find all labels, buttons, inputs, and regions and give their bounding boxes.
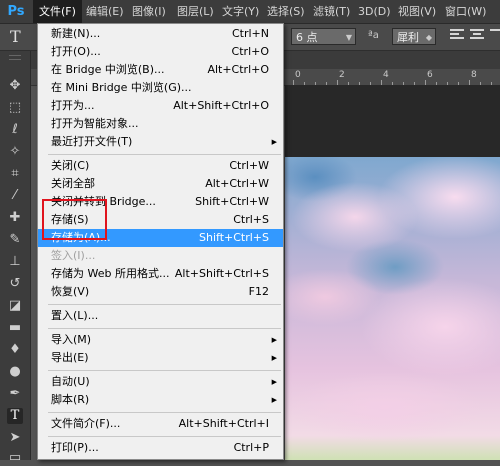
- ruler-label: 8: [471, 70, 477, 80]
- document-image[interactable]: [285, 157, 500, 460]
- menu-item-close[interactable]: 关闭(C) Ctrl+W: [38, 157, 283, 175]
- menu-edit[interactable]: 编辑(E): [80, 0, 130, 23]
- menu-separator: [48, 412, 281, 413]
- menu-item-place[interactable]: 置入(L)...: [38, 307, 283, 325]
- menu-item-revert[interactable]: 恢复(V) F12: [38, 283, 283, 301]
- menu-item-scripts[interactable]: 脚本(R) ▶: [38, 391, 283, 409]
- menu-type[interactable]: 文字(Y): [216, 0, 265, 23]
- menu-item-browse-bridge[interactable]: 在 Bridge 中浏览(B)... Alt+Ctrl+O: [38, 61, 283, 79]
- menu-item-file-info[interactable]: 文件简介(F)... Alt+Shift+Ctrl+I: [38, 415, 283, 433]
- ruler-label: 0: [295, 70, 301, 80]
- menu-bar: Ps 文件(F) 编辑(E) 图像(I) 图层(L) 文字(Y) 选择(S) 滤…: [0, 0, 500, 24]
- file-menu-dropdown: 新建(N)... Ctrl+N 打开(O)... Ctrl+O 在 Bridge…: [37, 23, 284, 460]
- antialias-icon: ªa: [368, 30, 379, 41]
- chevron-down-icon: ▼: [345, 33, 352, 42]
- type-tool-preset-icon[interactable]: T: [10, 27, 21, 46]
- submenu-arrow-icon: ▶: [271, 138, 277, 146]
- menu-layer[interactable]: 图层(L): [171, 0, 220, 23]
- submenu-arrow-icon: ▶: [271, 396, 277, 404]
- annotation-highlight-box: [42, 199, 107, 240]
- marquee-icon[interactable]: ⬚: [7, 100, 23, 116]
- healing-brush-icon[interactable]: ✚: [7, 210, 23, 226]
- pen-icon[interactable]: ✒: [7, 386, 23, 402]
- menu-item-print[interactable]: 打印(P)... Ctrl+P: [38, 439, 283, 457]
- menu-image[interactable]: 图像(I): [126, 0, 172, 23]
- menu-item-save-for-web[interactable]: 存储为 Web 所用格式... Alt+Shift+Ctrl+S: [38, 265, 283, 283]
- dodge-icon[interactable]: ●: [7, 364, 23, 380]
- crop-icon[interactable]: ⌗: [7, 166, 23, 182]
- gradient-icon[interactable]: ▬: [7, 320, 23, 336]
- history-brush-icon[interactable]: ↺: [7, 276, 23, 292]
- menu-separator: [48, 154, 281, 155]
- tools-panel: ✥ ⬚ ℓ ✧ ⌗ ⁄ ✚ ✎ ⊥ ↺ ◪ ▬ ♦ ● ✒ T ➤ ▭: [0, 51, 31, 465]
- menu-separator: [48, 436, 281, 437]
- shape-icon[interactable]: ▭: [7, 450, 23, 466]
- submenu-arrow-icon: ▶: [271, 336, 277, 344]
- panel-grip-icon[interactable]: [9, 55, 21, 60]
- menu-separator: [48, 328, 281, 329]
- menu-view[interactable]: 视图(V): [392, 0, 442, 23]
- menu-item-new[interactable]: 新建(N)... Ctrl+N: [38, 25, 283, 43]
- menu-item-export[interactable]: 导出(E) ▶: [38, 349, 283, 367]
- menu-window[interactable]: 窗口(W): [439, 0, 492, 23]
- blur-icon[interactable]: ♦: [7, 342, 23, 358]
- menu-item-close-all[interactable]: 关闭全部 Alt+Ctrl+W: [38, 175, 283, 193]
- ruler-label: 4: [383, 70, 389, 80]
- menu-item-check-in: 签入(I)...: [51, 249, 96, 262]
- lasso-icon[interactable]: ℓ: [7, 122, 23, 138]
- antialias-select[interactable]: 犀利 ◆: [392, 28, 436, 45]
- brush-icon[interactable]: ✎: [7, 232, 23, 248]
- clone-stamp-icon[interactable]: ⊥: [7, 254, 23, 270]
- font-size-value: 6 点: [296, 31, 318, 44]
- align-right-icon[interactable]: [490, 29, 500, 43]
- submenu-arrow-icon: ▶: [271, 354, 277, 362]
- menu-item-open[interactable]: 打开(O)... Ctrl+O: [38, 43, 283, 61]
- menu-item-import[interactable]: 导入(M) ▶: [38, 331, 283, 349]
- font-size-field[interactable]: 6 点 ▼: [291, 28, 356, 45]
- magic-wand-icon[interactable]: ✧: [7, 144, 23, 160]
- menu-separator: [48, 304, 281, 305]
- menu-item-automate[interactable]: 自动(U) ▶: [38, 373, 283, 391]
- menu-filter[interactable]: 滤镜(T): [307, 0, 356, 23]
- align-left-icon[interactable]: [450, 29, 464, 43]
- menu-item-open-as[interactable]: 打开为... Alt+Shift+Ctrl+O: [38, 97, 283, 115]
- ruler-label: 2: [339, 70, 345, 80]
- submenu-arrow-icon: ▶: [271, 378, 277, 386]
- chevron-updown-icon: ◆: [425, 33, 432, 42]
- antialias-value: 犀利: [397, 31, 419, 44]
- menu-item-open-smart-object[interactable]: 打开为智能对象...: [38, 115, 283, 133]
- menu-select[interactable]: 选择(S): [261, 0, 311, 23]
- eyedropper-icon[interactable]: ⁄: [7, 188, 23, 204]
- move-icon[interactable]: ✥: [7, 78, 23, 94]
- menu-separator: [48, 370, 281, 371]
- menu-3d[interactable]: 3D(D): [352, 0, 397, 23]
- type-icon[interactable]: T: [7, 408, 23, 424]
- menu-item-recent-files[interactable]: 最近打开文件(T) ▶: [38, 133, 283, 151]
- menu-file[interactable]: 文件(F): [33, 0, 82, 23]
- ruler-label: 6: [427, 70, 433, 80]
- align-center-icon[interactable]: [470, 29, 484, 43]
- photoshop-logo: Ps: [7, 4, 25, 19]
- menu-item-browse-mini-bridge[interactable]: 在 Mini Bridge 中浏览(G)...: [38, 79, 283, 97]
- path-selection-icon[interactable]: ➤: [7, 430, 23, 446]
- eraser-icon[interactable]: ◪: [7, 298, 23, 314]
